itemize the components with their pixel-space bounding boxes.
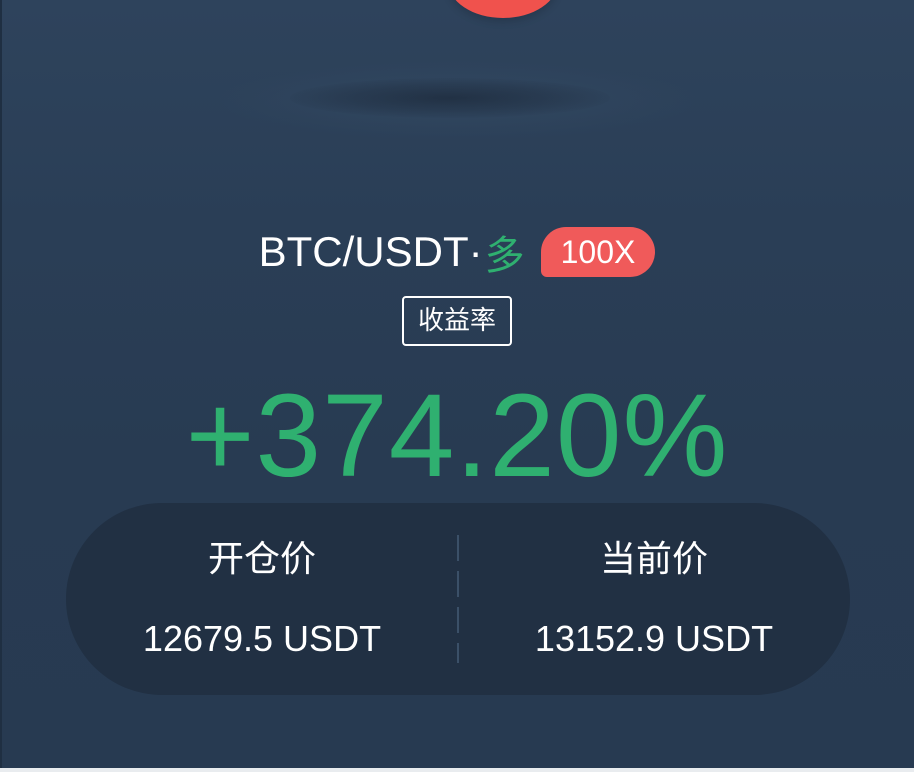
- metric-label: 收益率: [401, 296, 512, 346]
- open-price-section: 开仓价 12679.5 USDT: [66, 503, 458, 695]
- metric-label-container: 收益率: [0, 296, 914, 346]
- return-rate-value: +374.20%: [185, 370, 729, 502]
- position-side: 多: [484, 233, 525, 279]
- open-price-value: 12679.5 USDT: [142, 618, 382, 659]
- share-card: BTC/USDT · 多 100X 收益率 +374.20% 开仓价 12679…: [0, 0, 914, 768]
- current-price-value: 13152.9 USDT: [534, 618, 774, 659]
- trading-pair: BTC/USDT: [258, 228, 469, 275]
- current-price-section: 当前价 13152.9 USDT: [458, 503, 850, 695]
- decorative-illustration: [448, 0, 558, 18]
- bottom-strip: [0, 768, 914, 772]
- open-price-label: 开仓价: [207, 539, 316, 580]
- pair-separator: ·: [468, 228, 483, 275]
- current-price-label: 当前价: [599, 539, 708, 580]
- decorative-shadow: [290, 78, 610, 118]
- leverage-badge: 100X: [540, 227, 656, 277]
- price-panel: 开仓价 12679.5 USDT 当前价 13152.9 USDT: [66, 503, 850, 695]
- position-header: BTC/USDT · 多 100X: [0, 224, 914, 280]
